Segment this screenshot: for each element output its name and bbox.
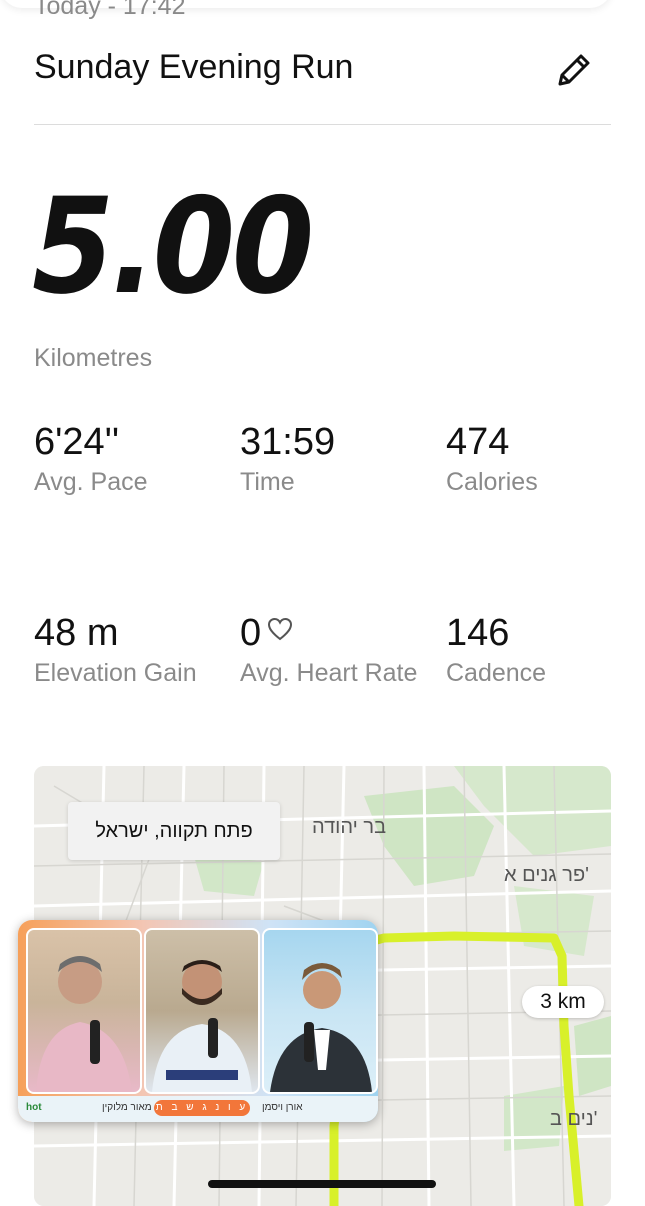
stat-label: Cadence <box>446 658 547 687</box>
map-label: נים ב' <box>550 1108 598 1130</box>
stat-avg-pace: 6'24'' Avg. Pace <box>34 421 148 498</box>
video-frame-left <box>26 928 142 1094</box>
stat-label: Calories <box>446 467 538 496</box>
distance-unit: Kilometres <box>34 344 153 372</box>
stat-elevation-gain: 48 m Elevation Gain <box>34 612 214 689</box>
stat-avg-heart-rate: 0 Avg. Heart Rate <box>240 612 420 689</box>
distance-value: 5.00 <box>32 168 314 324</box>
divider <box>34 124 611 125</box>
stat-label: Avg. Heart Rate <box>240 658 418 687</box>
location-popup[interactable]: פתח תקווה, ישראל <box>68 802 280 860</box>
stat-cadence: 146 Cadence <box>446 612 547 689</box>
edit-button[interactable] <box>552 48 596 92</box>
km-marker: 3 km <box>522 986 604 1018</box>
activity-date-time: Today - 17:42 <box>34 0 186 20</box>
video-caption-bar: hot מאור מלוקין ע ו נ ג ש ב ת אורן ויסמן <box>18 1096 378 1122</box>
stat-value: 0 <box>240 612 262 654</box>
stat-time: 31:59 Time <box>240 421 336 498</box>
video-overlay[interactable]: hot מאור מלוקין ע ו נ ג ש ב ת אורן ויסמן <box>18 920 378 1122</box>
stat-label: Avg. Pace <box>34 467 148 496</box>
stat-value: 31:59 <box>240 421 336 463</box>
stat-label: Time <box>240 467 295 496</box>
stat-calories: 474 Calories <box>446 421 538 498</box>
caption-name: אורן ויסמן <box>262 1102 303 1113</box>
pencil-icon <box>558 54 590 86</box>
heart-icon <box>268 617 293 641</box>
stat-value: 474 <box>446 421 510 463</box>
stat-value: 6'24'' <box>34 421 120 463</box>
stat-value: 146 <box>446 612 510 654</box>
brand-logo: hot <box>26 1102 42 1113</box>
map-label: פר גנים א' <box>504 864 589 886</box>
person-figure <box>152 960 252 1092</box>
person-figure <box>36 956 132 1092</box>
map-label: בר יהודה <box>312 816 387 838</box>
stat-label: Elevation Gain <box>34 658 197 687</box>
stat-value: 48 m <box>34 612 119 654</box>
person-figure <box>270 963 372 1092</box>
show-title-pill: ע ו נ ג ש ב ת <box>154 1100 250 1116</box>
video-frame-right <box>262 928 378 1094</box>
home-indicator[interactable] <box>208 1180 436 1188</box>
video-frame-middle <box>144 928 260 1094</box>
activity-title: Sunday Evening Run <box>34 48 354 86</box>
caption-name: מאור מלוקין <box>102 1102 152 1113</box>
